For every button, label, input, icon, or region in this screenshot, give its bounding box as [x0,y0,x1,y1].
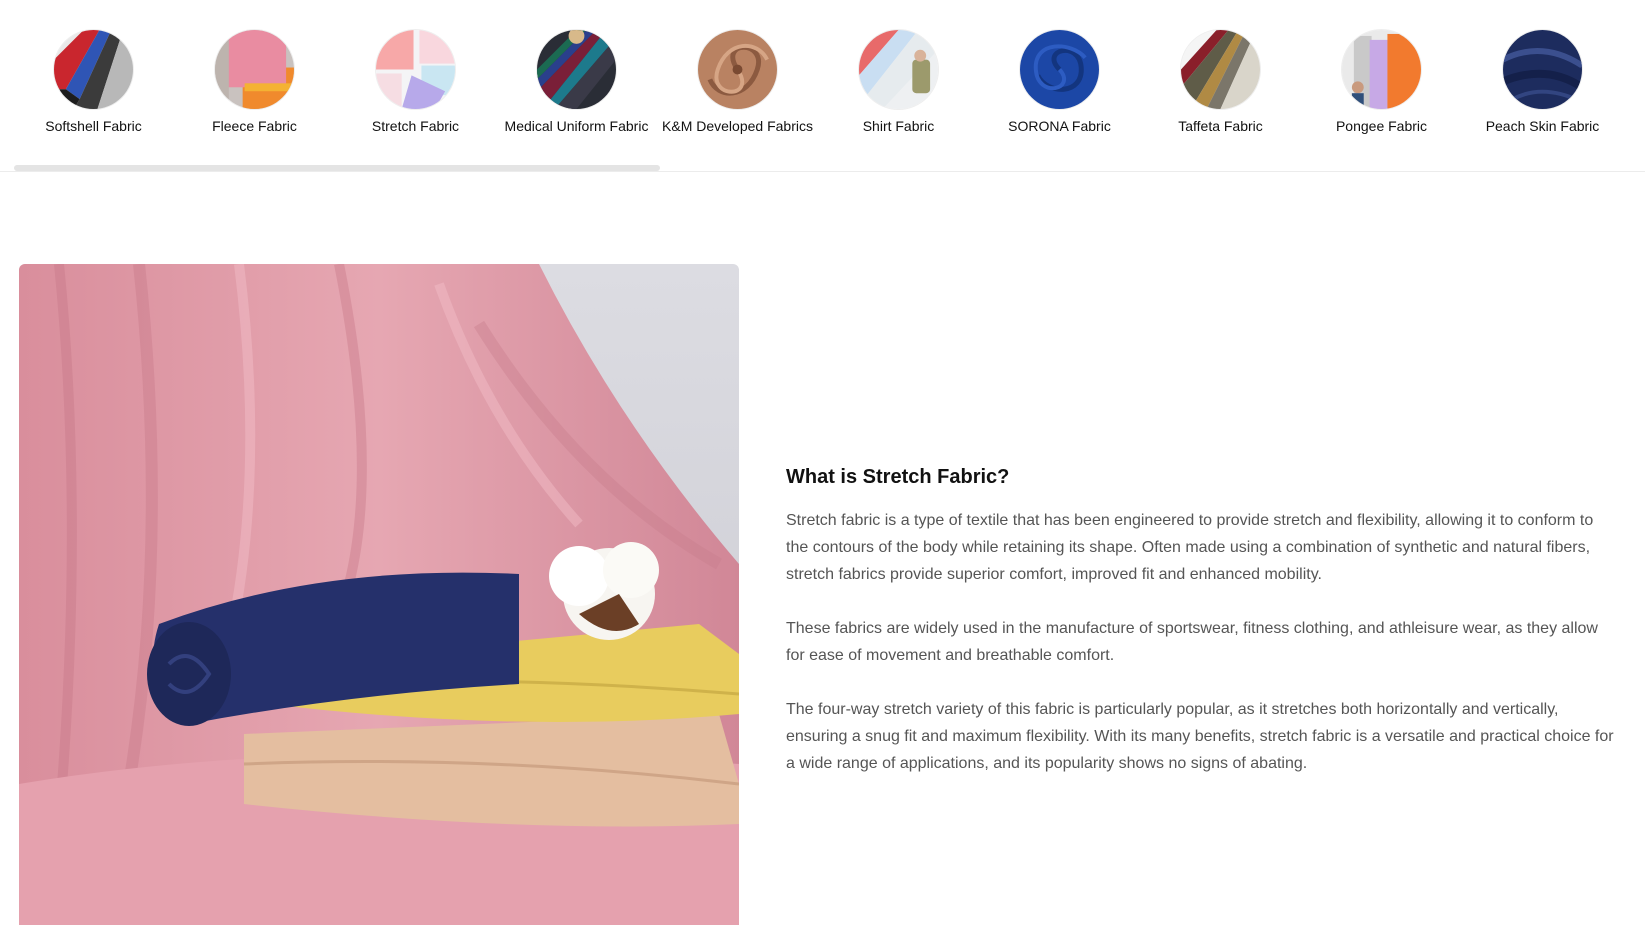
category-strip: Softshell Fabric Fleece Fabric Stretch F… [0,0,1645,172]
article-title: What is Stretch Fabric? [786,466,1010,488]
category-shirt-fabric[interactable]: Shirt Fabric [818,30,979,134]
medical-uniform-fabric-swatch-icon[interactable] [537,30,616,109]
category-label[interactable]: K&M Developed Fabrics [662,118,813,134]
category-stretch-fabric[interactable]: Stretch Fabric [335,30,496,134]
category-label[interactable]: Shirt Fabric [863,118,935,134]
taffeta-fabric-swatch-icon[interactable] [1181,30,1260,109]
category-label[interactable]: SORONA Fabric [1008,118,1111,134]
category-label[interactable]: Stretch Fabric [372,118,459,134]
fleece-fabric-swatch-icon[interactable] [215,30,294,109]
sorona-fabric-swatch-icon[interactable] [1020,30,1099,109]
article: What is Stretch Fabric? Stretch fabric i… [786,466,1616,804]
category-list: Softshell Fabric Fleece Fabric Stretch F… [13,30,1623,134]
category-pongee-fabric[interactable]: Pongee Fabric [1301,30,1462,134]
category-label[interactable]: Fleece Fabric [212,118,297,134]
category-sorona-fabric[interactable]: SORONA Fabric [979,30,1140,134]
peach-skin-fabric-swatch-icon[interactable] [1503,30,1582,109]
category-label[interactable]: Peach Skin Fabric [1486,118,1600,134]
shirt-fabric-swatch-icon[interactable] [859,30,938,109]
softshell-fabric-swatch-icon[interactable] [54,30,133,109]
category-fleece-fabric[interactable]: Fleece Fabric [174,30,335,134]
category-softshell-fabric[interactable]: Softshell Fabric [13,30,174,134]
article-paragraph: Stretch fabric is a type of textile that… [786,512,1594,583]
category-medical-uniform-fabric[interactable]: Medical Uniform Fabric [496,30,657,134]
km-developed-fabric-swatch-icon[interactable] [698,30,777,109]
category-label[interactable]: Pongee Fabric [1336,118,1427,134]
category-label[interactable]: Taffeta Fabric [1178,118,1263,134]
pongee-fabric-swatch-icon[interactable] [1342,30,1421,109]
article-paragraph: These fabrics are widely used in the man… [786,620,1598,664]
category-scrollbar-thumb[interactable] [14,165,660,171]
stretch-fabric-photo-icon [19,264,739,925]
category-taffeta-fabric[interactable]: Taffeta Fabric [1140,30,1301,134]
category-peach-skin-fabric[interactable]: Peach Skin Fabric [1462,30,1623,134]
stretch-fabric-swatch-icon[interactable] [376,30,455,109]
category-label[interactable]: Softshell Fabric [45,118,141,134]
article-paragraph: The four-way stretch variety of this fab… [786,701,1614,772]
category-km-developed-fabrics[interactable]: K&M Developed Fabrics [657,30,818,134]
category-label[interactable]: Medical Uniform Fabric [505,118,649,134]
category-scrollbar[interactable] [14,165,1630,171]
